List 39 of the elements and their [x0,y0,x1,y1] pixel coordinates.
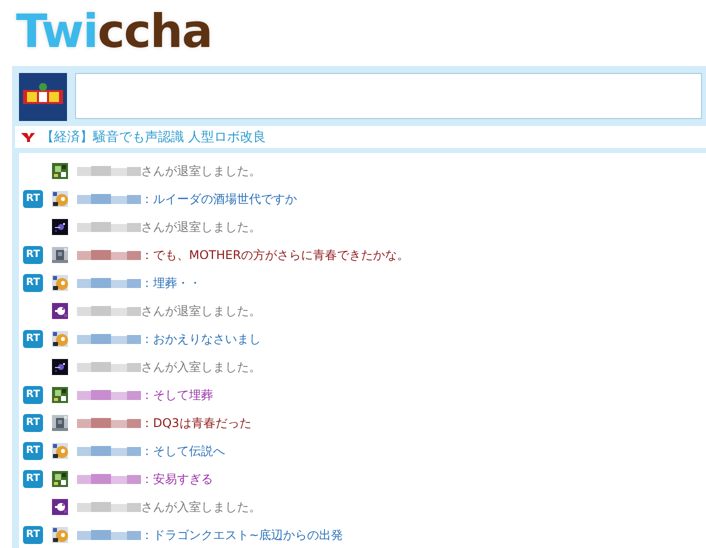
system-message: さんが退室しました。 [141,218,261,236]
retweet-button[interactable]: RT [23,470,43,488]
chat-message: ：そして伝説へ [141,442,225,460]
retweet-button[interactable]: RT [23,414,43,432]
chat-message: ：ルイーダの酒場世代ですか [141,190,297,208]
blurred-name [77,248,141,262]
chat-message: ：埋葬・・ [141,274,201,292]
retweet-button[interactable]: RT [23,442,43,460]
message-field[interactable] [75,73,702,119]
blurred-name [77,388,141,402]
blurred-name [77,472,141,486]
chat-message: ：DQ3は青春だった [141,414,252,432]
blurred-name [77,444,141,458]
retweet-button[interactable]: RT [23,274,43,292]
blurred-name [77,276,141,290]
retweet-button[interactable]: RT [23,190,43,208]
chat-message: ：ドラゴンクエスト~底辺からの出発 [141,526,344,544]
news-icon [21,132,35,142]
system-message: さんが入室しました。 [141,498,261,516]
system-message: さんが退室しました。 [141,302,261,320]
blurred-name [77,500,141,514]
blurred-name [77,332,141,346]
retweet-button[interactable]: RT [23,246,43,264]
chat-message: ：そして埋葬 [141,386,213,404]
system-message: さんが退室しました。 [141,162,261,180]
blurred-name [77,304,141,318]
retweet-button[interactable]: RT [23,526,43,544]
blurred-name [77,360,141,374]
blurred-name [77,164,141,178]
system-message: さんが入室しました。 [141,358,261,376]
blurred-name [77,192,141,206]
blurred-name [77,528,141,542]
blurred-name [77,220,141,234]
chat-message: ：でも、MOTHERの方がさらに青春できたかな。 [141,246,410,264]
chat-message: ：おかえりなさいまし [141,330,261,348]
blurred-name [77,416,141,430]
chat-message: ：安易すぎる [141,470,213,488]
retweet-button[interactable]: RT [23,330,43,348]
retweet-button[interactable]: RT [23,386,43,404]
